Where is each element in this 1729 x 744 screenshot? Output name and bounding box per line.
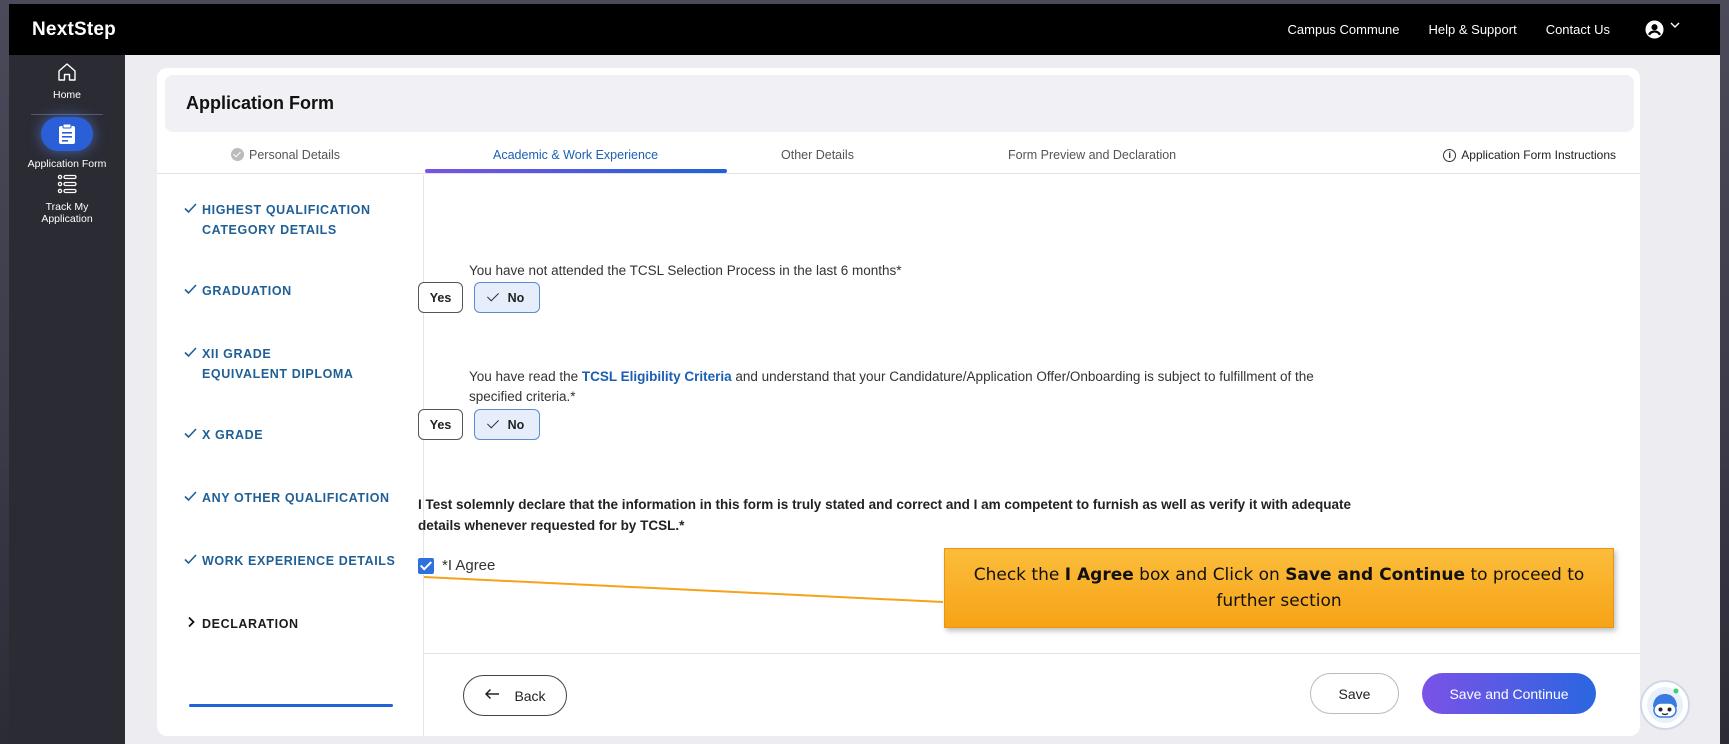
check-icon: [184, 488, 202, 508]
save-and-continue-button[interactable]: Save and Continue: [1422, 673, 1596, 714]
tab-bar: Personal Details Academic & Work Experie…: [157, 132, 1640, 174]
callout-bold-i-agree: I Agree: [1064, 565, 1134, 585]
app-window: NextStep Campus Commune Help & Support C…: [9, 4, 1720, 744]
tab-label: Personal Details: [249, 148, 341, 162]
user-icon: [1645, 20, 1664, 39]
checkbox-checked-icon: [418, 557, 434, 574]
top-nav: Campus Commune Help & Support Contact Us: [1288, 4, 1720, 55]
clipboard-icon: [41, 117, 93, 151]
title-bar: Application Form: [165, 75, 1634, 132]
tutorial-callout: Check the I Agree box and Click on Save …: [944, 548, 1614, 628]
section-other-qualification[interactable]: ANY OTHER QUALIFICATION: [184, 488, 390, 508]
check-icon: [486, 416, 499, 429]
section-label: CATEGORY DETAILS: [202, 223, 337, 237]
section-graduation[interactable]: GRADUATION: [184, 281, 292, 301]
arrow-left-icon: [484, 687, 500, 705]
check-icon: [184, 281, 202, 301]
section-label: DECLARATION: [202, 617, 299, 631]
check-icon: [184, 344, 202, 384]
campus-commune-link[interactable]: Campus Commune: [1288, 22, 1400, 37]
section-label: EQUIVALENT DIPLOMA: [202, 367, 354, 381]
sidebar-item-label: Track My Application: [41, 201, 93, 225]
section-highest-qualification[interactable]: HIGHEST QUALIFICATION CATEGORY DETAILS: [184, 200, 371, 240]
q1-no-label: No: [507, 290, 525, 305]
tab-academic-work-experience[interactable]: Academic & Work Experience: [493, 148, 658, 162]
user-menu[interactable]: [1645, 20, 1680, 39]
robot-icon: [1647, 687, 1683, 723]
active-section-indicator: [189, 704, 393, 707]
callout-text: Check the I Agree box and Click on Save …: [965, 562, 1593, 614]
section-declaration[interactable]: DECLARATION: [184, 614, 299, 634]
instructions-link[interactable]: i Application Form Instructions: [1443, 148, 1616, 162]
declaration-text: I Test solemnly declare that the informa…: [418, 497, 1351, 533]
check-circle-icon: [231, 148, 244, 161]
home-icon: [9, 61, 125, 83]
sidebar-item-track-application[interactable]: Track My Application: [9, 173, 125, 225]
section-xii-grade[interactable]: XII GRADE EQUIVALENT DIPLOMA: [184, 344, 354, 384]
section-label: GRADUATION: [202, 284, 292, 298]
q2-no-button[interactable]: No: [474, 409, 540, 440]
q2-yes-button[interactable]: Yes: [418, 409, 463, 440]
callout-text-part: Check the: [973, 565, 1065, 585]
chevron-right-icon: [184, 614, 202, 634]
sidebar-item-label: Application Form: [27, 158, 107, 170]
q1-yes-button[interactable]: Yes: [418, 282, 463, 313]
section-label: X GRADE: [202, 428, 264, 442]
callout-bold-save-continue: Save and Continue: [1285, 565, 1466, 585]
active-tab-indicator: [425, 169, 727, 173]
section-work-experience[interactable]: WORK EXPERIENCE DETAILS: [184, 551, 395, 571]
question-selection-process: You have not attended the TCSL Selection…: [469, 263, 902, 278]
section-label: XII GRADE: [202, 347, 272, 361]
sidebar-item-application-form[interactable]: Application Form: [9, 117, 125, 170]
eligibility-criteria-link[interactable]: TCSL Eligibility Criteria: [582, 369, 732, 384]
info-icon: i: [1443, 148, 1457, 162]
tab-other-details[interactable]: Other Details: [781, 148, 854, 162]
help-support-link[interactable]: Help & Support: [1429, 22, 1517, 37]
back-label: Back: [514, 687, 546, 704]
top-bar: NextStep Campus Commune Help & Support C…: [9, 4, 1720, 55]
instructions-label: Application Form Instructions: [1461, 148, 1616, 162]
callout-text-part: box and Click on: [1133, 565, 1286, 585]
chatbot-icon[interactable]: [1640, 680, 1690, 730]
sidebar-item-home[interactable]: Home: [9, 61, 125, 101]
section-x-grade[interactable]: X GRADE: [184, 425, 263, 445]
section-nav: HIGHEST QUALIFICATION CATEGORY DETAILS GR…: [157, 175, 424, 736]
section-label: HIGHEST QUALIFICATION: [202, 203, 371, 217]
tab-personal-details[interactable]: Personal Details: [231, 148, 340, 162]
q2-no-label: No: [507, 417, 525, 432]
contact-us-link[interactable]: Contact Us: [1546, 22, 1610, 37]
sidebar-item-label: Home: [52, 89, 81, 101]
footer-divider: [424, 653, 1640, 654]
agree-checkbox[interactable]: *I Agree: [418, 557, 495, 574]
q2-text-prefix: You have read the: [469, 369, 582, 384]
list-icon: [9, 173, 125, 195]
check-icon: [184, 425, 202, 445]
chevron-down-icon: [1670, 22, 1680, 29]
save-button[interactable]: Save: [1310, 673, 1399, 714]
sidebar: Home Application Form Track My Applicati…: [9, 55, 125, 744]
sidebar-divider: [31, 114, 103, 115]
tab-form-preview[interactable]: Form Preview and Declaration: [1008, 148, 1176, 162]
check-icon: [184, 200, 202, 240]
section-label: WORK EXPERIENCE DETAILS: [202, 554, 396, 568]
check-icon: [486, 289, 499, 302]
page-title: Application Form: [186, 93, 334, 113]
q1-no-button[interactable]: No: [474, 282, 540, 313]
section-label: ANY OTHER QUALIFICATION: [202, 491, 390, 505]
brand-logo[interactable]: NextStep: [32, 19, 116, 41]
back-button[interactable]: Back: [463, 675, 567, 716]
agree-label: *I Agree: [442, 557, 496, 574]
check-icon: [184, 551, 202, 571]
question-eligibility-criteria: You have read the TCSL Eligibility Crite…: [469, 367, 1369, 407]
